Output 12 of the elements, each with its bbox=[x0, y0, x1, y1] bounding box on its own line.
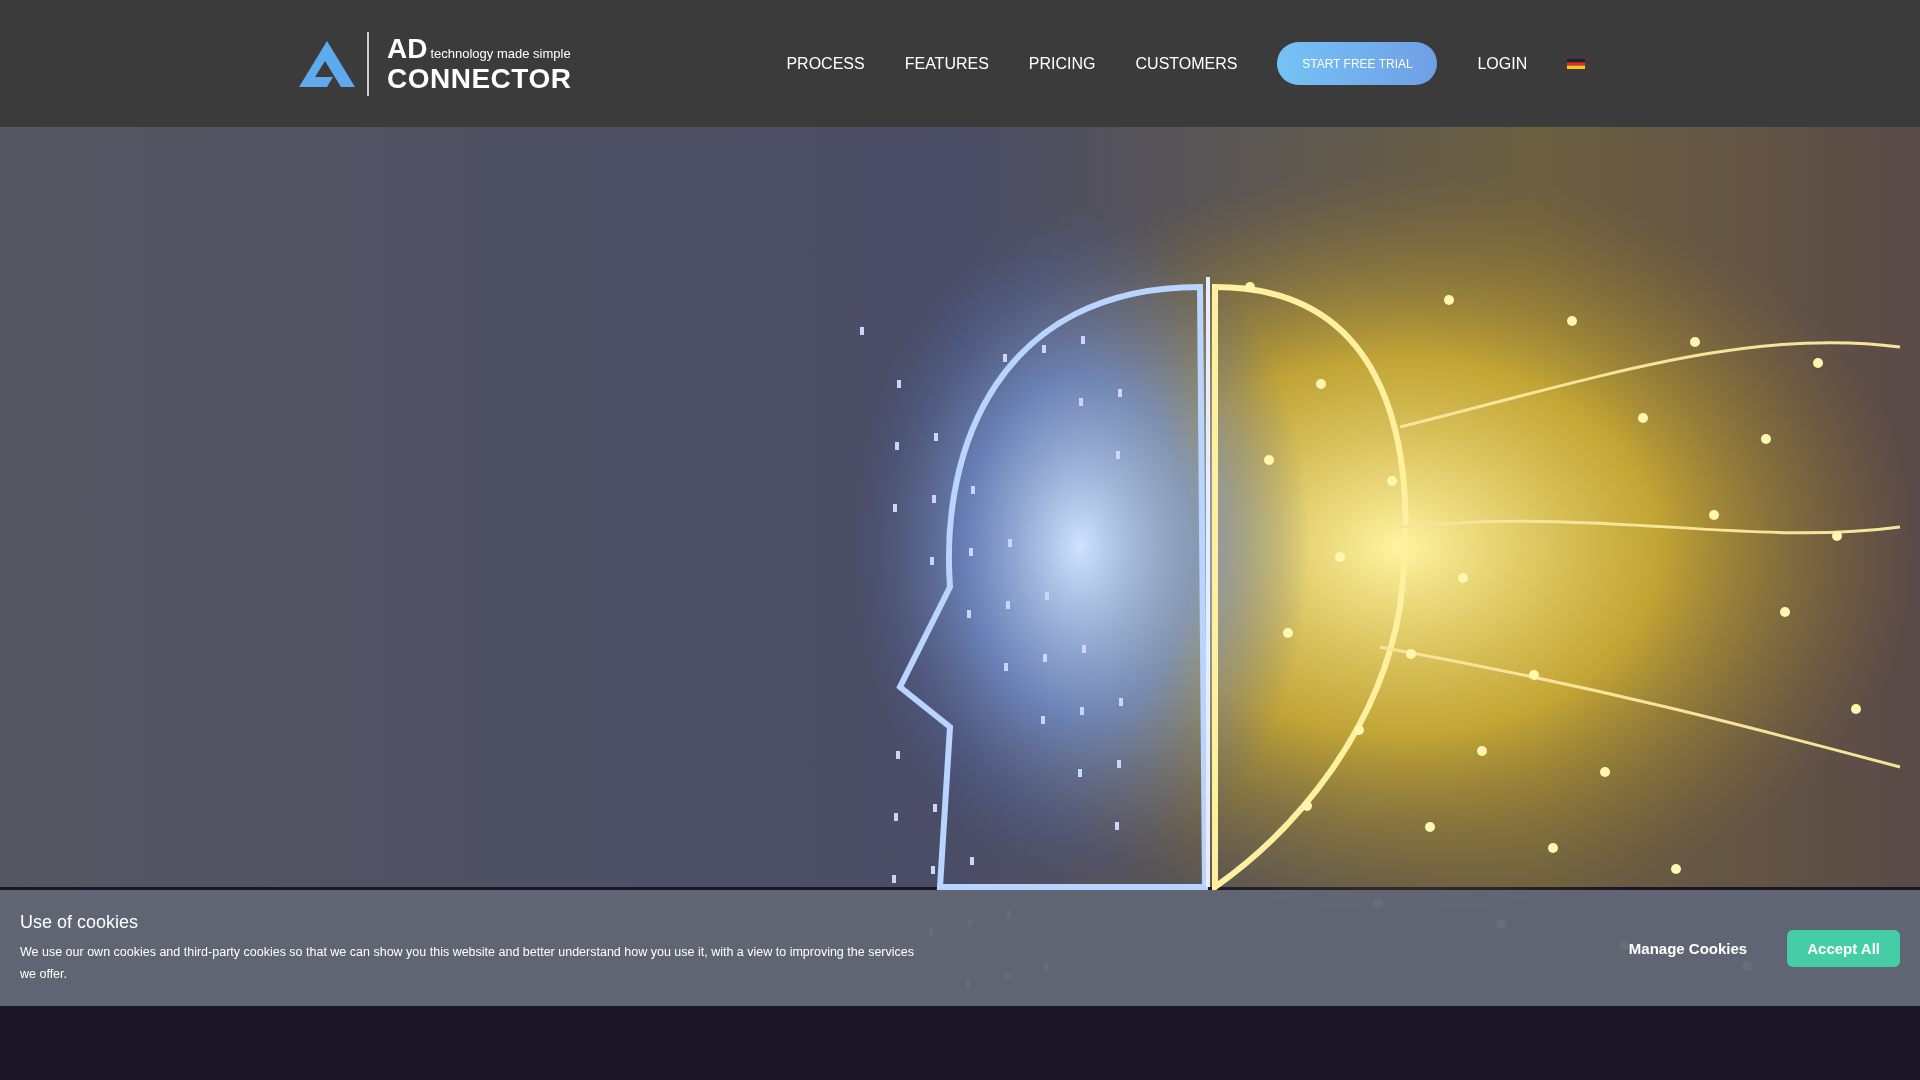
nav-link[interactable]: FEATURES bbox=[904, 54, 989, 73]
cookie-message: We use our own cookies and third-party cookies so that we can show you this website and better understand how you use it, with a view to improving the services we offer. bbox=[20, 943, 915, 983]
logo-name: CONNECTOR bbox=[387, 64, 572, 93]
nav-link[interactable]: PROCESS bbox=[786, 54, 865, 73]
login-link[interactable]: LOGIN bbox=[1477, 54, 1528, 73]
german-flag-icon[interactable] bbox=[1567, 58, 1586, 69]
manage-cookies-button[interactable]: Manage Cookies bbox=[1618, 929, 1758, 967]
logo-tagline: technology made simple bbox=[430, 46, 571, 60]
logo-abbreviation: AD bbox=[387, 34, 428, 63]
nav-link[interactable]: CUSTOMERS bbox=[1135, 54, 1238, 73]
nav-link[interactable]: PRICING bbox=[1028, 54, 1096, 73]
cookie-title: Use of cookies bbox=[20, 911, 140, 933]
